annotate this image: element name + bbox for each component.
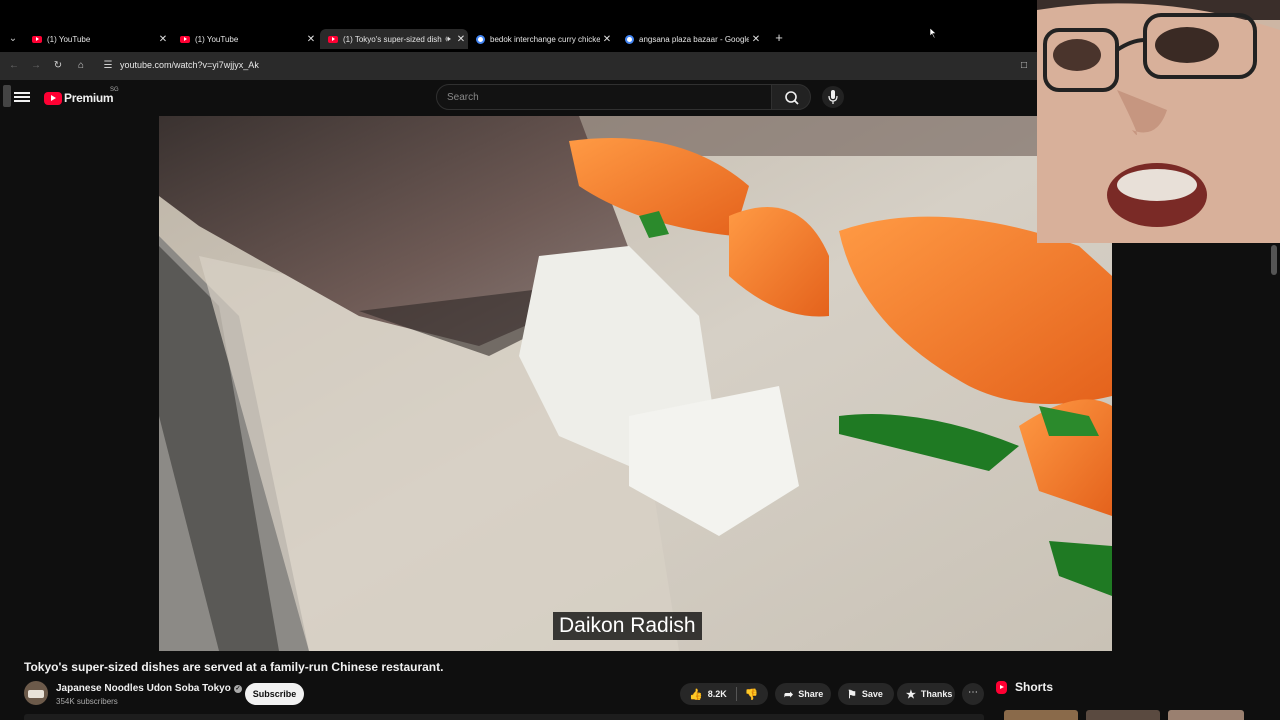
youtube-premium-logo[interactable]: Premium SG — [44, 87, 119, 105]
home-icon[interactable]: ⌂ — [73, 58, 89, 74]
video-title: Tokyo's super-sized dishes are served at… — [24, 660, 444, 674]
tab-title: angsana plaza bazaar - Google — [639, 34, 749, 44]
search-input[interactable] — [447, 90, 757, 105]
youtube-icon — [32, 35, 42, 43]
scrollbar-thumb[interactable] — [1271, 245, 1277, 275]
browser-tab[interactable]: bedok interchange curry chicken ✕ — [468, 29, 614, 49]
browser-tab[interactable]: (1) YouTube ✕ — [172, 29, 318, 49]
share-label: Share — [798, 689, 824, 699]
country-code: SG — [110, 87, 119, 93]
menu-icon[interactable] — [14, 90, 30, 106]
mouse-cursor-icon — [930, 28, 937, 38]
search-icon — [785, 91, 799, 105]
short-thumbnail[interactable] — [1004, 710, 1078, 720]
tab-title: (1) YouTube — [47, 34, 91, 44]
close-icon[interactable]: ✕ — [304, 34, 318, 45]
webcam-overlay — [1037, 0, 1280, 243]
super-thanks-icon: ★ — [906, 688, 916, 701]
search-button[interactable] — [771, 84, 811, 110]
like-thumb-up-icon[interactable]: 👍 — [689, 688, 703, 701]
short-thumbnail[interactable] — [1168, 710, 1244, 720]
share-arrow-icon: ➦ — [784, 688, 794, 701]
video-player[interactable] — [159, 116, 1112, 651]
channel-name: Japanese Noodles Udon Soba Tokyo — [56, 683, 231, 694]
thanks-button[interactable]: ★ Thanks — [897, 683, 955, 705]
short-thumbnail[interactable] — [1086, 710, 1160, 720]
divider — [735, 687, 737, 701]
tab-search-chevron-icon[interactable]: ⌄ — [4, 30, 22, 48]
close-icon[interactable]: ✕ — [600, 34, 614, 45]
browser-tab-active[interactable]: (1) Tokyo's super-sized dishes 🕪 ✕ — [320, 29, 468, 49]
reload-icon[interactable]: ↻ — [50, 58, 66, 74]
tab-title: (1) YouTube — [195, 34, 239, 44]
subscribe-button[interactable]: Subscribe — [245, 683, 304, 705]
description-box[interactable] — [24, 714, 984, 720]
url-field[interactable]: youtube.com/watch?v=yi7wjjyx_Ak — [120, 60, 259, 70]
thanks-label: Thanks — [920, 689, 953, 699]
forward-arrow-icon[interactable]: → — [28, 58, 44, 74]
google-icon — [625, 34, 634, 44]
verified-check-icon: ✓ — [233, 685, 242, 693]
logo-text: Premium — [64, 91, 114, 105]
cast-icon[interactable]: □ — [1016, 58, 1032, 74]
close-icon[interactable]: ✕ — [454, 34, 468, 45]
google-icon — [476, 34, 485, 44]
youtube-icon — [180, 35, 190, 43]
more-actions-button[interactable]: ⋯ — [962, 683, 984, 705]
channel-avatar[interactable] — [24, 681, 48, 705]
tab-title: (1) Tokyo's super-sized dishes — [343, 34, 442, 44]
close-icon[interactable]: ✕ — [749, 34, 763, 45]
tab-title: bedok interchange curry chicken — [490, 34, 600, 44]
video-frame — [159, 116, 1112, 651]
channel-name-link[interactable]: Japanese Noodles Udon Soba Tokyo ✓ — [56, 683, 242, 694]
shorts-label: Shorts — [1015, 680, 1054, 694]
youtube-icon — [328, 35, 338, 43]
sidebar-handle[interactable] — [3, 85, 11, 107]
video-caption: Daikon Radish — [553, 612, 702, 640]
browser-tab[interactable]: angsana plaza bazaar - Google ✕ — [617, 29, 763, 49]
subscriber-count: 354K subscribers — [56, 697, 118, 706]
back-arrow-icon[interactable]: ← — [6, 58, 22, 74]
voice-search-button[interactable] — [822, 86, 844, 108]
close-icon[interactable]: ✕ — [156, 34, 170, 45]
like-count[interactable]: 8.2K — [708, 689, 727, 699]
browser-tab[interactable]: (1) YouTube ✕ — [24, 29, 170, 49]
site-info-icon[interactable]: ☰ — [100, 58, 116, 74]
like-dislike-group: 👍 8.2K 👎 — [680, 683, 768, 705]
youtube-header: Premium SG — [0, 80, 1040, 116]
speaker-icon[interactable]: 🕪 — [442, 34, 454, 44]
youtube-logo-icon — [44, 91, 62, 105]
save-label: Save — [861, 689, 883, 699]
shorts-shelf-header[interactable]: Shorts — [996, 680, 1053, 694]
new-tab-plus-icon[interactable]: + — [771, 30, 787, 46]
search-box — [436, 84, 772, 110]
browser-toolbar: ← → ↻ ⌂ ☰ youtube.com/watch?v=yi7wjjyx_A… — [0, 52, 1040, 80]
dislike-thumb-down-icon[interactable]: 👎 — [745, 688, 759, 701]
save-button[interactable]: ⚑ Save — [838, 683, 894, 705]
share-button[interactable]: ➦ Share — [775, 683, 831, 705]
screen: ⌄ (1) YouTube ✕ (1) YouTube ✕ (1) Tokyo'… — [0, 0, 1280, 720]
bookmark-icon: ⚑ — [847, 688, 857, 701]
webcam-face — [1037, 0, 1280, 243]
microphone-icon — [828, 90, 838, 104]
shorts-icon — [996, 680, 1007, 694]
